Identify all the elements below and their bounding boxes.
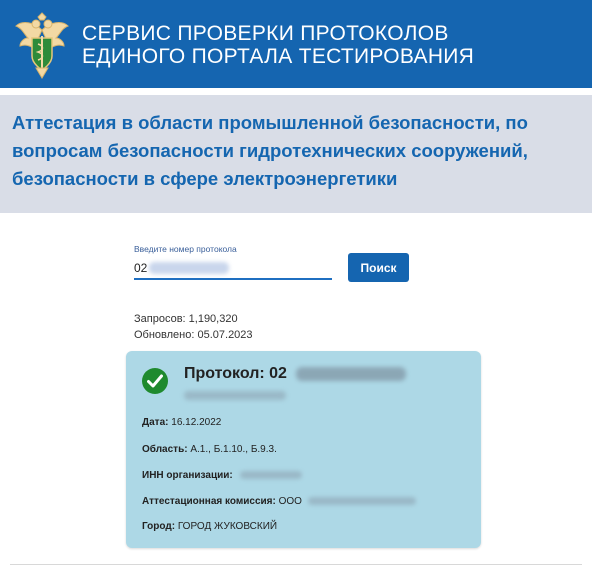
redacted-protocol-number xyxy=(296,367,406,381)
date-value: 16.12.2022 xyxy=(171,417,222,428)
check-circle-icon xyxy=(142,368,168,394)
result-card: Протокол: 02 Дата: 16.12.2022 Область: А… xyxy=(126,351,481,548)
city-label: Город: xyxy=(142,521,176,532)
commission-label: Аттестационная комиссия: xyxy=(142,496,276,507)
inn-label: ИНН организации: xyxy=(142,470,233,481)
redacted-person-name xyxy=(184,391,286,400)
search-button[interactable]: Поиск xyxy=(348,253,409,282)
city-value: ГОРОД ЖУКОВСКИЙ xyxy=(177,521,278,532)
section-banner: Аттестация в области промышленной безопа… xyxy=(0,95,592,213)
requests-count: Запросов: 1,190,320 xyxy=(134,313,238,325)
app-title-line-2: ЕДИНОГО ПОРТАЛА ТЕСТИРОВАНИЯ xyxy=(82,45,475,68)
section-title: Аттестация в области промышленной безопа… xyxy=(12,112,528,189)
area-label: Область: xyxy=(142,444,188,455)
redacted-protocol-number xyxy=(149,262,229,274)
app-title-line-1: СЕРВИС ПРОВЕРКИ ПРОТОКОЛОВ xyxy=(82,22,449,45)
protocol-number-label: Введите номер протокола xyxy=(134,244,237,254)
protocol-number-value: 02 xyxy=(134,261,148,275)
header: СЕРВИС ПРОВЕРКИ ПРОТОКОЛОВ ЕДИНОГО ПОРТА… xyxy=(0,0,592,88)
divider xyxy=(10,564,582,565)
updated-date: Обновлено: 05.07.2023 xyxy=(134,329,253,341)
emblem-icon xyxy=(14,12,70,80)
inn-row: ИНН организации: xyxy=(142,470,302,481)
date-row: Дата: 16.12.2022 xyxy=(142,417,221,428)
redacted-inn xyxy=(239,471,302,480)
area-row: Область: А.1., Б.1.10., Б.9.3. xyxy=(142,444,277,455)
protocol-title: Протокол: 02 xyxy=(184,365,287,382)
area-value: А.1., Б.1.10., Б.9.3. xyxy=(190,444,277,455)
app-title: СЕРВИС ПРОВЕРКИ ПРОТОКОЛОВ ЕДИНОГО ПОРТА… xyxy=(82,22,474,68)
commission-row: Аттестационная комиссия: ООО xyxy=(142,496,416,507)
commission-value: ООО xyxy=(278,496,302,507)
stats: Запросов: 1,190,320 Обновлено: 05.07.202… xyxy=(134,311,253,343)
redacted-commission-name xyxy=(307,497,416,506)
date-label: Дата: xyxy=(142,417,169,428)
city-row: Город: ГОРОД ЖУКОВСКИЙ xyxy=(142,521,277,532)
